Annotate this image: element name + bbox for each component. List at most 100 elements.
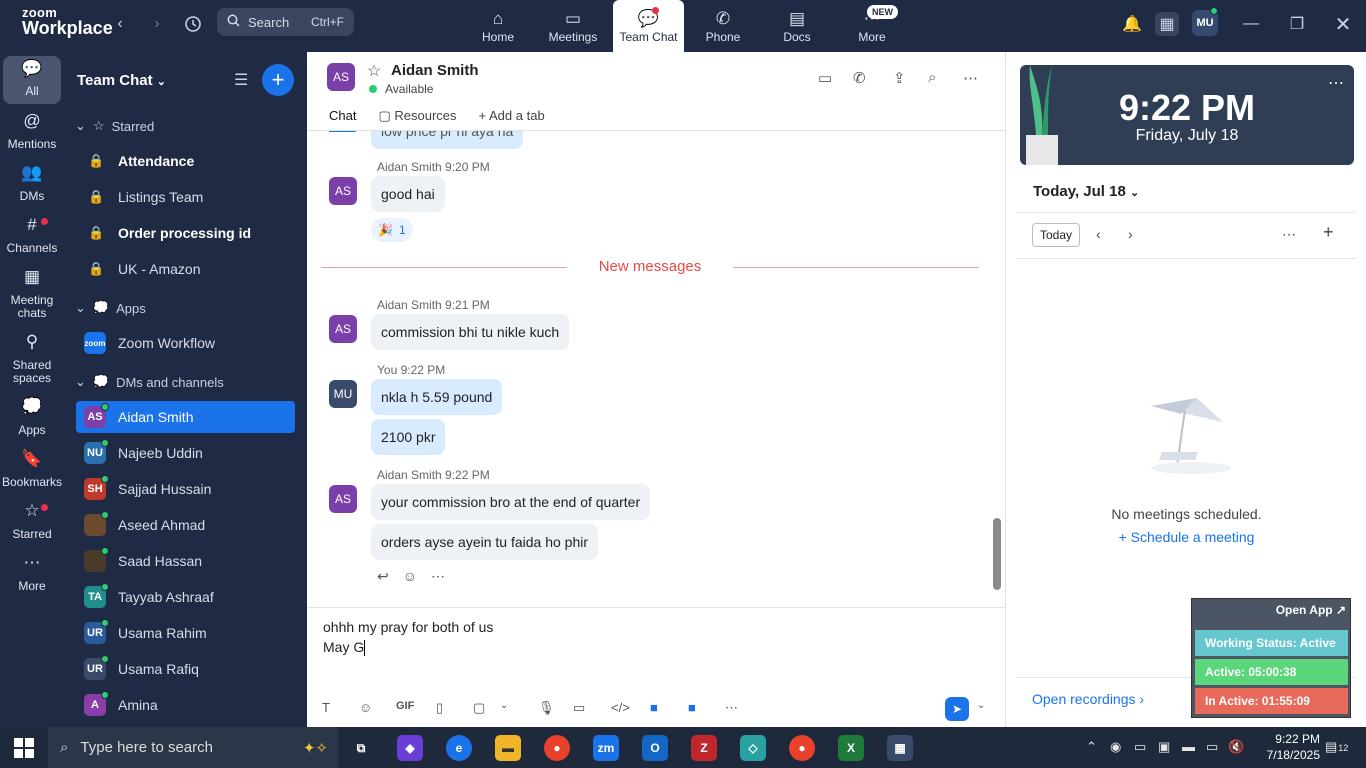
sidebar-item-attendance[interactable]: 🔒 Attendance — [76, 145, 295, 177]
tab-resources[interactable]: ▢ Resources — [378, 108, 456, 132]
sidebar-item-zoom-workflow[interactable]: zoom Zoom Workflow — [76, 327, 295, 359]
rail-channels[interactable]: # Channels — [3, 216, 61, 255]
avatar[interactable]: AS — [329, 485, 357, 513]
file-explorer-icon[interactable]: ▬ — [495, 735, 521, 761]
close-icon[interactable]: ✕ — [1331, 12, 1355, 36]
new-chat-button[interactable]: + — [262, 64, 294, 96]
sidebar-title[interactable]: Team Chat ⌄ — [77, 72, 166, 89]
tray-icon[interactable]: ▣ — [1158, 739, 1170, 755]
filezilla-icon[interactable]: Z — [691, 735, 717, 761]
message-input[interactable]: ohhh my pray for both of us May G — [323, 617, 493, 657]
format-icon[interactable]: T — [322, 700, 330, 715]
chevron-down-icon[interactable]: ⌄ — [500, 700, 508, 711]
today-button[interactable]: Today — [1032, 223, 1080, 247]
file-icon[interactable]: ▯ — [436, 700, 443, 716]
mic-icon[interactable]: 🎙 — [538, 700, 555, 716]
reply-icon[interactable]: ↩ — [377, 568, 389, 585]
windows-start-icon[interactable] — [11, 735, 37, 761]
tab-phone[interactable]: ✆ Phone — [700, 0, 746, 52]
schedule-meeting-link[interactable]: + Schedule a meeting — [1006, 529, 1366, 545]
next-day-icon[interactable]: › — [1128, 226, 1133, 242]
rail-starred[interactable]: ☆ Starred — [3, 502, 61, 541]
sidebar-item-uk-amazon[interactable]: 🔒 UK - Amazon — [76, 253, 295, 285]
tab-home[interactable]: ⌂ Home — [475, 0, 521, 52]
message-bubble[interactable]: your commission bro at the end of quarte… — [371, 484, 651, 520]
section-starred[interactable]: ⌄ ☆ Starred — [75, 118, 154, 134]
dm-item[interactable]: Aseed Ahmad — [76, 509, 295, 541]
message-bubble[interactable]: nkla h 5.59 pound — [371, 379, 503, 415]
avatar[interactable]: AS — [329, 315, 357, 343]
minimize-icon[interactable]: — — [1239, 12, 1263, 36]
volume-icon[interactable]: 🔇 — [1228, 739, 1244, 755]
more-icon[interactable]: ⋯ — [963, 69, 978, 87]
prev-day-icon[interactable]: ‹ — [1096, 226, 1101, 242]
rail-more[interactable]: ⋯ More — [3, 554, 61, 593]
tab-more[interactable]: ⋯ More NEW — [845, 0, 899, 52]
video-message-icon[interactable]: ▭ — [573, 700, 585, 716]
avatar[interactable]: AS — [329, 177, 357, 205]
chevron-up-icon[interactable]: ⌃ — [1086, 739, 1097, 755]
day-header[interactable]: Today, Jul 18 ⌄ — [1033, 183, 1139, 200]
rail-mentions[interactable]: @ Mentions — [3, 112, 61, 151]
search-box[interactable]: Search Ctrl+F — [217, 8, 354, 36]
scrollbar[interactable] — [993, 518, 1001, 590]
video-call-icon[interactable]: ▭ — [818, 69, 832, 87]
message-bubble[interactable]: commission bhi tu nikle kuch — [371, 314, 570, 350]
network-icon[interactable]: ▭ — [1206, 739, 1218, 755]
tab-team-chat[interactable]: 💬 Team Chat — [613, 0, 684, 52]
bell-icon[interactable]: 🔔 — [1120, 12, 1144, 36]
taskbar-clock[interactable]: 9:22 PM 7/18/2025 — [1252, 731, 1320, 763]
filter-icon[interactable]: ☰ — [234, 70, 248, 90]
copilot-icon[interactable]: ◆ — [397, 735, 423, 761]
notifications-icon[interactable]: ▤12 — [1325, 739, 1348, 755]
excel-icon[interactable]: X — [838, 735, 864, 761]
phone-icon[interactable]: ✆ — [853, 69, 866, 87]
section-apps[interactable]: ⌄ 💭 Apps — [75, 300, 146, 316]
dm-item[interactable]: NU Najeeb Uddin — [76, 437, 295, 469]
rail-meeting-chats[interactable]: ▦ Meeting chats — [3, 268, 61, 320]
chrome-icon[interactable]: ● — [544, 735, 570, 761]
sidebar-item-order-processing[interactable]: 🔒 Order processing id — [76, 217, 295, 249]
add-meeting-icon[interactable]: + — [1323, 222, 1334, 243]
contact-name[interactable]: Aidan Smith — [391, 62, 479, 79]
tray-icon[interactable]: ▭ — [1134, 739, 1146, 755]
restore-icon[interactable]: ❐ — [1285, 12, 1309, 36]
dm-item[interactable]: Saad Hassan — [76, 545, 295, 577]
app-icon[interactable]: ◇ — [740, 735, 766, 761]
taskbar-search[interactable]: ⌕ Type here to search ✦✧ — [48, 727, 338, 768]
zoom-taskbar-icon[interactable]: zm — [593, 735, 619, 761]
calculator-icon[interactable]: ▦ — [887, 735, 913, 761]
search-icon[interactable]: ⌕ — [928, 69, 936, 86]
send-button[interactable]: ➤ — [945, 697, 969, 721]
tray-icon[interactable]: ▬ — [1182, 739, 1195, 754]
gif-icon[interactable]: GIF — [396, 700, 414, 712]
sidebar-item-listings-team[interactable]: 🔒 Listings Team — [76, 181, 295, 213]
tab-meetings[interactable]: ▭ Meetings — [546, 0, 600, 52]
screenshot-icon[interactable]: ▢ — [473, 700, 485, 716]
dm-item[interactable]: UR Usama Rafiq — [76, 653, 295, 685]
emoji-icon[interactable]: ☺ — [359, 700, 372, 715]
rail-bookmarks[interactable]: 🔖 Bookmarks — [2, 450, 62, 489]
dm-item[interactable]: TA Tayyab Ashraaf — [76, 581, 295, 613]
message-bubble[interactable]: good hai — [371, 176, 445, 212]
dm-item[interactable]: SH Sajjad Hussain — [76, 473, 295, 505]
app-icon-2[interactable]: ■ — [688, 700, 696, 715]
rail-shared-spaces[interactable]: ⚲ Shared spaces — [3, 333, 61, 385]
chevron-down-icon[interactable]: ⌄ — [977, 700, 985, 711]
chrome-profile-icon[interactable]: ● — [789, 735, 815, 761]
tray-icon[interactable]: ◉ — [1110, 739, 1121, 755]
rail-apps[interactable]: 💭 Apps — [3, 398, 61, 437]
code-icon[interactable]: </> — [611, 700, 630, 715]
tab-docs[interactable]: ▤ Docs — [774, 0, 820, 52]
dm-item[interactable]: UR Usama Rahim — [76, 617, 295, 649]
message-bubble[interactable]: 2100 pkr — [371, 419, 446, 455]
tab-chat[interactable]: Chat — [329, 108, 357, 132]
emoji-icon[interactable]: ☺ — [403, 568, 417, 585]
avatar[interactable]: MU — [329, 380, 357, 408]
more-icon[interactable]: ⋯ — [1282, 226, 1296, 243]
back-icon[interactable]: ‹ — [108, 12, 132, 36]
share-screen-icon[interactable]: ⇪ — [893, 69, 906, 87]
rail-all[interactable]: 💬 All — [3, 56, 61, 104]
outlook-icon[interactable]: O — [642, 735, 668, 761]
star-icon[interactable]: ☆ — [367, 61, 381, 81]
